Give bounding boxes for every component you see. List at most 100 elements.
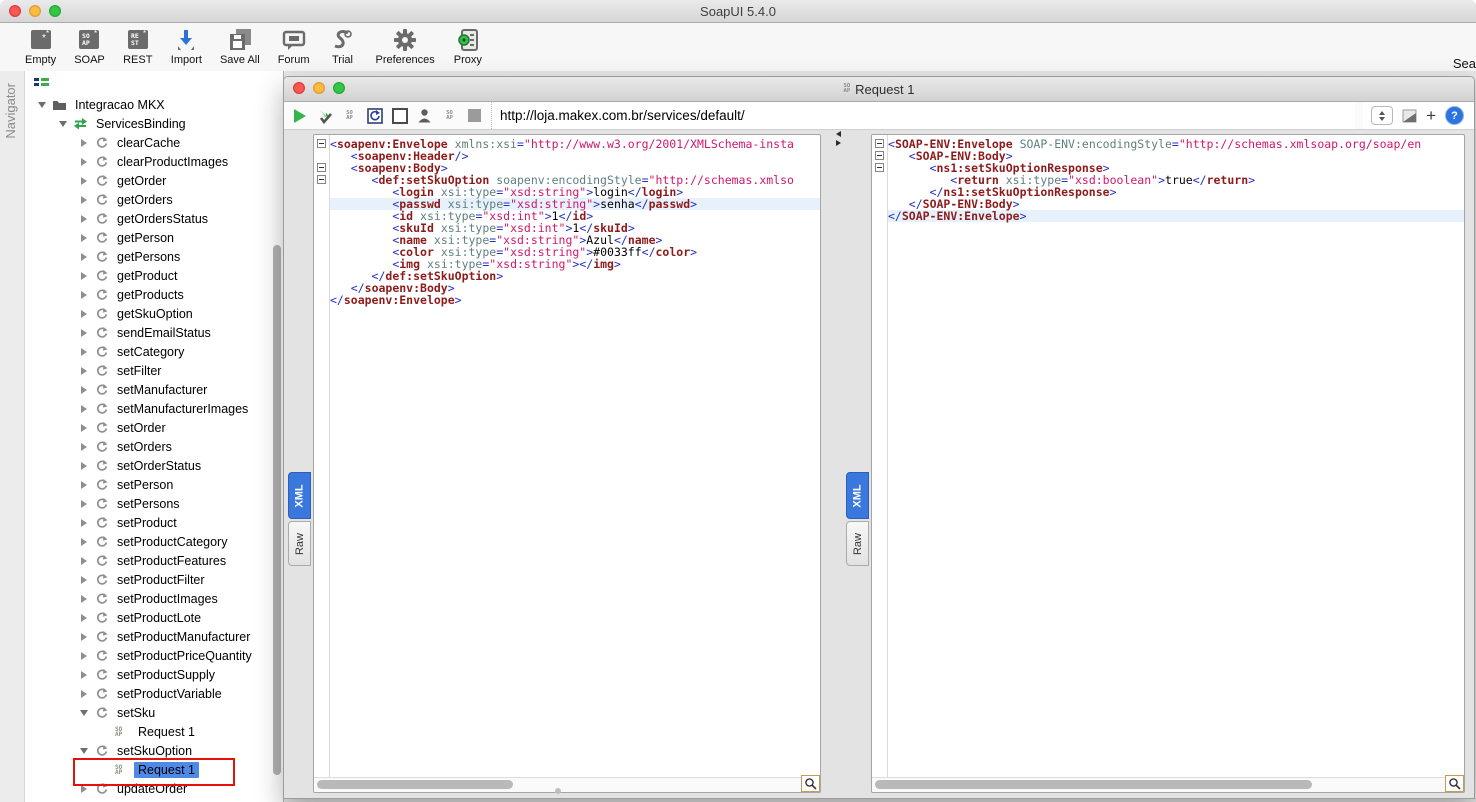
splitter-handle[interactable] [833, 131, 843, 149]
minimize-button[interactable] [29, 5, 41, 17]
request-tab-xml[interactable]: XML [288, 472, 311, 519]
expander-closed-icon[interactable] [74, 557, 94, 565]
tree-item-label[interactable]: getOrdersStatus [113, 211, 212, 227]
request-xml-editor[interactable]: <soapenv:Envelope xmlns:xsi="http://www.… [330, 135, 820, 778]
tree-item-label[interactable]: setProductManufacturer [113, 629, 254, 645]
toolbar-button-empty[interactable]: **Empty [16, 23, 65, 66]
response-hscroll-thumb[interactable] [875, 780, 1312, 789]
tree-item-setPersons[interactable]: setPersons [25, 494, 283, 513]
tree-item-label[interactable]: setCategory [113, 344, 188, 360]
fold-collapse-icon[interactable] [317, 163, 326, 172]
expander-closed-icon[interactable] [74, 234, 94, 242]
tree-item-Integracao MKX[interactable]: Integracao MKX [25, 95, 283, 114]
tree-item-label[interactable]: setProductCategory [113, 534, 231, 550]
tree-item-label[interactable]: getProducts [113, 287, 188, 303]
tree-item-label[interactable]: getPerson [113, 230, 178, 246]
tree-item-label[interactable]: updateOrder [113, 781, 191, 797]
expander-closed-icon[interactable] [74, 500, 94, 508]
tree-item-label[interactable]: getOrder [113, 173, 170, 189]
fold-collapse-icon[interactable] [317, 139, 326, 148]
tree-item-updateOrder[interactable]: updateOrder [25, 779, 283, 798]
expander-closed-icon[interactable] [74, 481, 94, 489]
toolbar-button-preferences[interactable]: Preferences [366, 23, 443, 66]
tree-item[interactable] [25, 798, 283, 802]
editor-zoom-button[interactable] [1445, 775, 1464, 792]
tree-item-label[interactable]: Integracao MKX [71, 97, 169, 113]
tree-item-label[interactable]: getOrders [113, 192, 177, 208]
navigator-panel-label[interactable]: Navigator [3, 83, 18, 139]
tree-item-label[interactable]: ServicesBinding [92, 116, 190, 132]
expander-closed-icon[interactable] [74, 519, 94, 527]
endpoint-stepper[interactable] [1371, 106, 1393, 125]
fold-collapse-icon[interactable] [317, 175, 326, 184]
toolbar-button-import[interactable]: Import [162, 23, 211, 66]
request-zoom-button[interactable] [333, 82, 345, 94]
tree-item-label[interactable]: getSkuOption [113, 306, 197, 322]
tree-item-label[interactable]: setOrderStatus [113, 458, 205, 474]
auth-button[interactable] [416, 107, 433, 124]
xml-line[interactable]: </soapenv:Envelope> [330, 294, 820, 306]
tree-item-label[interactable]: setPersons [113, 496, 184, 512]
ws-addressing-button[interactable]: SOAP [441, 107, 458, 124]
tree-item-label[interactable]: setManufacturerImages [113, 401, 252, 417]
fold-collapse-icon[interactable] [875, 151, 884, 160]
expander-closed-icon[interactable] [74, 158, 94, 166]
response-hscrollbar[interactable] [872, 777, 1447, 792]
tree-item-setProductFeatures[interactable]: setProductFeatures [25, 551, 283, 570]
tree-item-label[interactable]: setSkuOption [113, 743, 196, 759]
tree-item-label[interactable]: setProductPriceQuantity [113, 648, 256, 664]
toolbar-button-forum[interactable]: Forum [269, 23, 319, 66]
clone-icon[interactable] [1402, 109, 1417, 123]
request-minimize-button[interactable] [313, 82, 325, 94]
toolbar-button-proxy[interactable]: Proxy [444, 23, 492, 66]
clear-request-button[interactable] [391, 107, 408, 124]
tree-item-label[interactable]: setProduct [113, 515, 181, 531]
tree-item-label[interactable]: setProductFilter [113, 572, 209, 588]
tree-item-label[interactable]: setOrders [113, 439, 176, 455]
expander-closed-icon[interactable] [74, 310, 94, 318]
tree-item-setProductFilter[interactable]: setProductFilter [25, 570, 283, 589]
tree-item-label[interactable]: setSku [113, 705, 159, 721]
expander-closed-icon[interactable] [74, 652, 94, 660]
tree-item-setProductManufacturer[interactable]: setProductManufacturer [25, 627, 283, 646]
expander-closed-icon[interactable] [74, 215, 94, 223]
zoom-button[interactable] [49, 5, 61, 17]
tree-item-label[interactable]: Request 1 [134, 762, 199, 778]
tree-item-setSkuOption[interactable]: setSkuOption [25, 741, 283, 760]
toolbar-button-trial[interactable]: Trial [318, 23, 366, 66]
expander-closed-icon[interactable] [74, 538, 94, 546]
expander-open-icon[interactable] [74, 748, 94, 754]
expander-closed-icon[interactable] [74, 424, 94, 432]
expander-closed-icon[interactable] [74, 177, 94, 185]
tree-item-setOrder[interactable]: setOrder [25, 418, 283, 437]
toolbar-button-save-all[interactable]: Save All [211, 23, 269, 66]
expander-closed-icon[interactable] [74, 576, 94, 584]
main-titlebar[interactable]: SoapUI 5.4.0 [0, 0, 1476, 23]
tree-item-label[interactable]: clearCache [113, 135, 184, 151]
tree-item-clearCache[interactable]: clearCache [25, 133, 283, 152]
response-xml-editor[interactable]: <SOAP-ENV:Envelope SOAP-ENV:encodingStyl… [888, 135, 1464, 778]
tree-item-setCategory[interactable]: setCategory [25, 342, 283, 361]
request-hscroll-thumb[interactable] [317, 780, 513, 789]
expander-closed-icon[interactable] [74, 595, 94, 603]
tree-item-getPersons[interactable]: getPersons [25, 247, 283, 266]
tree-item-label[interactable]: setProductFeatures [113, 553, 230, 569]
expander-closed-icon[interactable] [74, 196, 94, 204]
tree-item-getProducts[interactable]: getProducts [25, 285, 283, 304]
expander-closed-icon[interactable] [74, 386, 94, 394]
response-tab-raw[interactable]: Raw [846, 521, 869, 566]
tree-item-setFilter[interactable]: setFilter [25, 361, 283, 380]
expander-closed-icon[interactable] [74, 690, 94, 698]
tree-item-setProductImages[interactable]: setProductImages [25, 589, 283, 608]
tree-item-ServicesBinding[interactable]: ServicesBinding [25, 114, 283, 133]
tree-item-Request 1[interactable]: SOAPRequest 1 [25, 722, 283, 741]
tree-item-getOrder[interactable]: getOrder [25, 171, 283, 190]
tree-item-getProduct[interactable]: getProduct [25, 266, 283, 285]
tree-item-setProductLote[interactable]: setProductLote [25, 608, 283, 627]
expander-closed-icon[interactable] [74, 671, 94, 679]
fold-collapse-icon[interactable] [875, 139, 884, 148]
expander-closed-icon[interactable] [74, 785, 94, 793]
expander-closed-icon[interactable] [74, 367, 94, 375]
xml-line[interactable]: </SOAP-ENV:Envelope> [888, 210, 1464, 222]
tree-item-setPerson[interactable]: setPerson [25, 475, 283, 494]
